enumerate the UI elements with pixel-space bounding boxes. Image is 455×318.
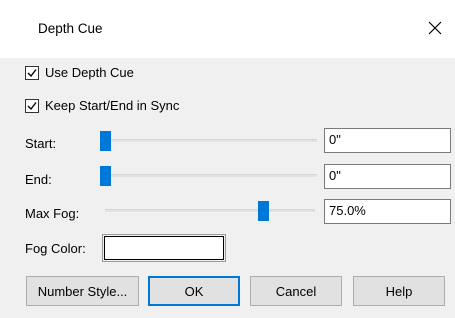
- start-label: Start:: [25, 136, 57, 151]
- keep-sync-label: Keep Start/End in Sync: [45, 98, 180, 113]
- number-style-button[interactable]: Number Style...: [26, 276, 139, 306]
- end-slider-thumb[interactable]: [100, 166, 111, 186]
- max-fog-slider-thumb[interactable]: [257, 201, 269, 221]
- end-slider-track: [105, 174, 317, 177]
- use-depth-cue-row[interactable]: Use Depth Cue: [25, 65, 134, 80]
- fog-color-label: Fog Color:: [25, 241, 86, 256]
- use-depth-cue-label: Use Depth Cue: [45, 65, 134, 80]
- fog-color-swatch[interactable]: [102, 234, 226, 262]
- start-field[interactable]: 0": [324, 128, 451, 153]
- close-button[interactable]: [421, 14, 449, 42]
- max-fog-slider-track: [105, 209, 315, 212]
- use-depth-cue-checkbox[interactable]: [25, 65, 39, 80]
- start-slider-track: [105, 139, 317, 142]
- dialog-title: Depth Cue: [38, 21, 103, 36]
- help-button[interactable]: Help: [353, 276, 445, 306]
- checkmark-icon: [27, 101, 37, 110]
- start-slider-thumb[interactable]: [100, 131, 111, 151]
- keep-sync-row[interactable]: Keep Start/End in Sync: [25, 98, 179, 113]
- ok-button[interactable]: OK: [148, 276, 240, 306]
- title-bar: Depth Cue: [0, 0, 455, 58]
- max-fog-label: Max Fog:: [25, 206, 80, 221]
- keep-sync-checkbox[interactable]: [25, 98, 39, 113]
- end-slider[interactable]: [100, 165, 317, 186]
- close-icon: [428, 21, 442, 35]
- end-field[interactable]: 0": [324, 164, 451, 189]
- end-label: End:: [25, 172, 52, 187]
- max-fog-slider[interactable]: [105, 200, 315, 221]
- cancel-button[interactable]: Cancel: [250, 276, 342, 306]
- max-fog-field[interactable]: 75.0%: [324, 199, 451, 224]
- checkmark-icon: [27, 68, 37, 77]
- start-slider[interactable]: [100, 130, 317, 151]
